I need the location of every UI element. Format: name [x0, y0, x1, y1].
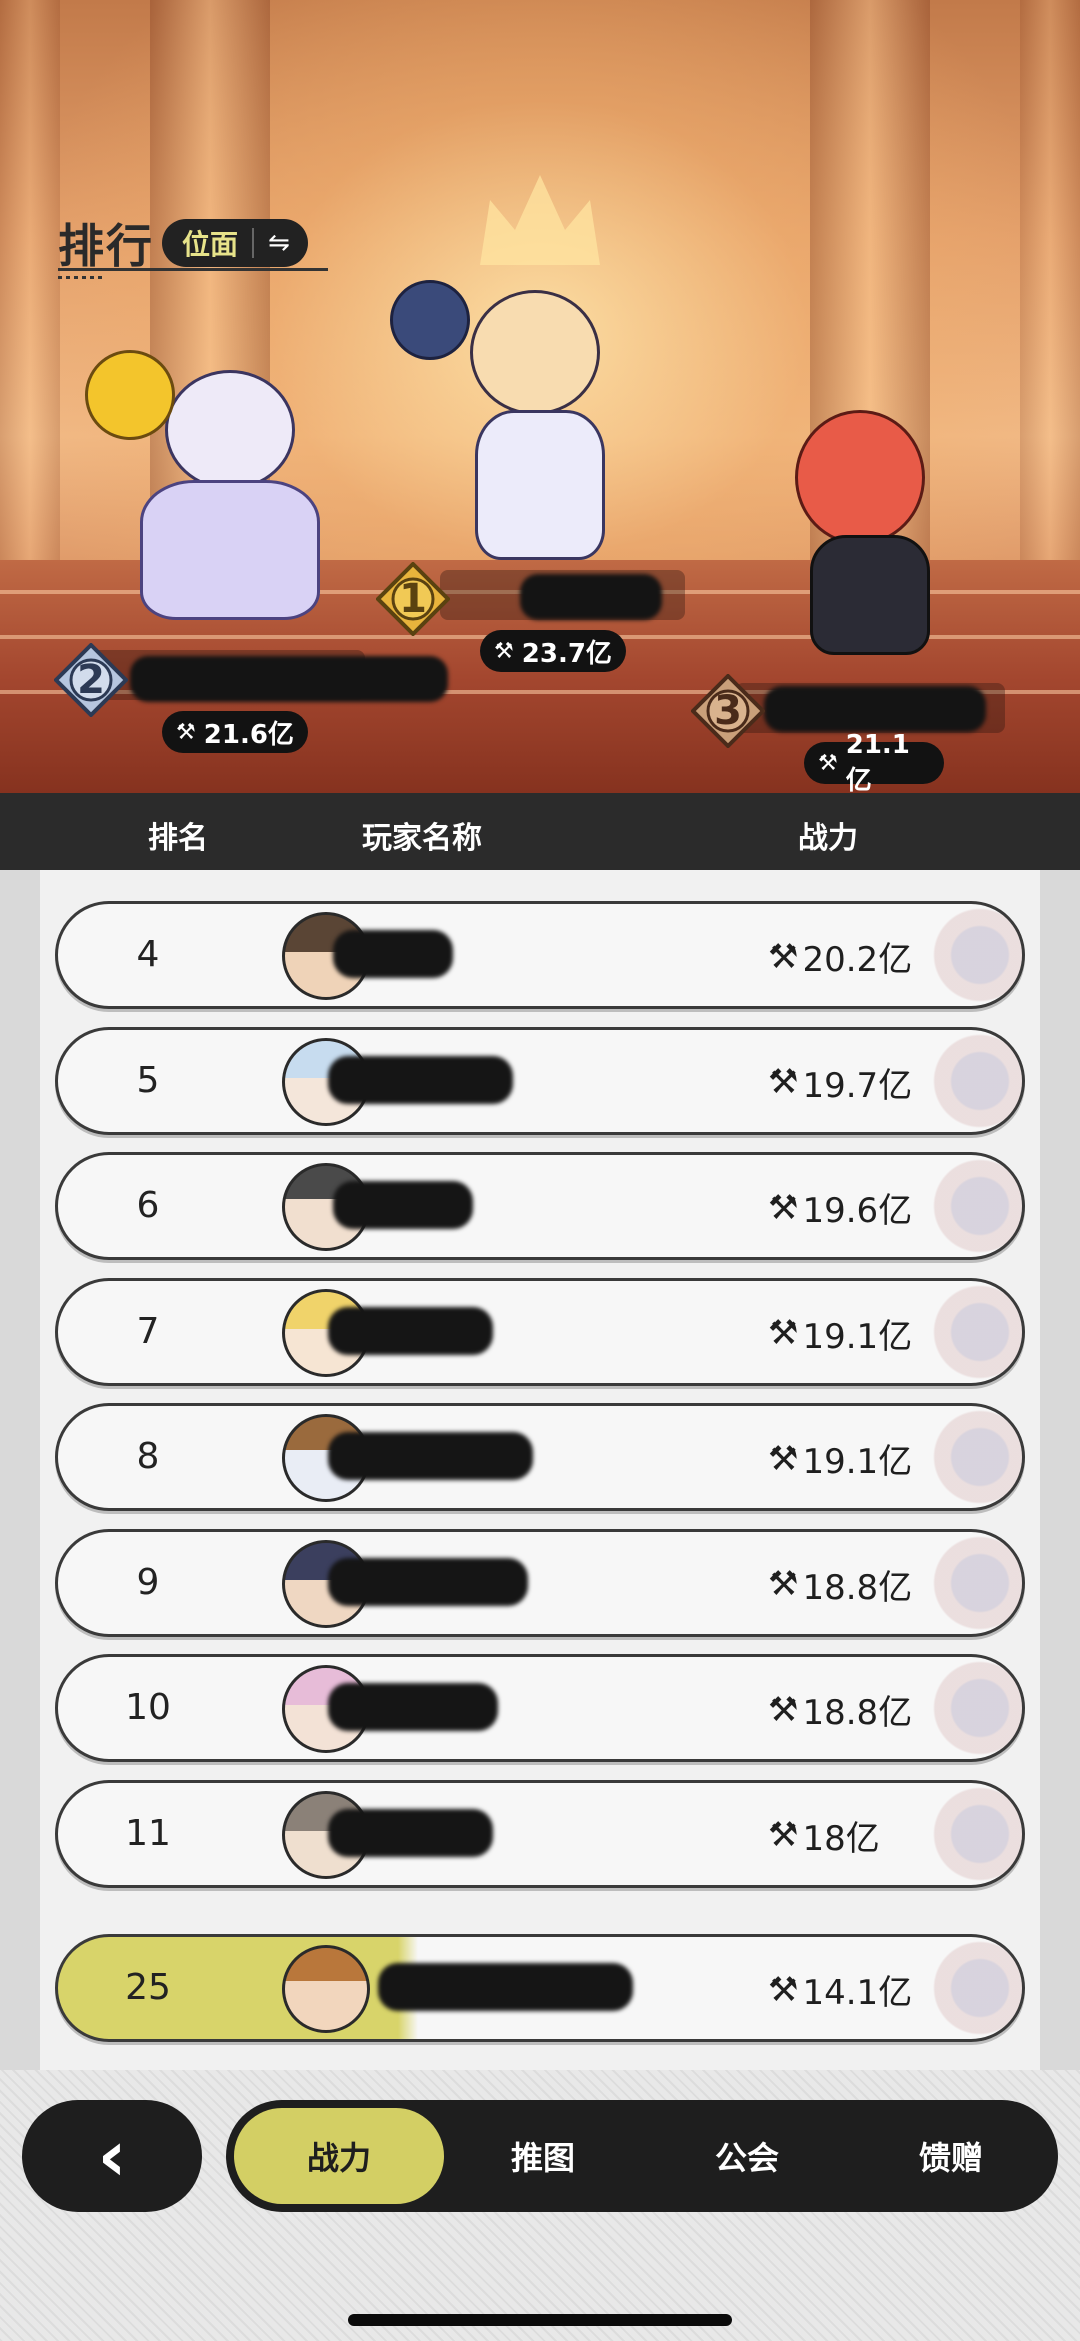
- row-power: ⚒ 19.7亿: [768, 1062, 913, 1106]
- ranking-row[interactable]: 11 ⚒ 18亿: [55, 1779, 1025, 1888]
- ranking-row[interactable]: 9 ⚒ 18.8亿: [55, 1528, 1025, 1637]
- ranking-list[interactable]: 4 ⚒ 20.2亿 5 ⚒ 19.7亿 6 ⚒ 19.6亿 7 ⚒ 19.1亿 8 ⚒ 19.1亿 9 ⚒ 18.…: [0, 870, 1080, 2070]
- rank-3-power: ⚒ 21.1亿: [804, 730, 944, 793]
- rank-1-name-redacted: [520, 574, 662, 620]
- my-rank: 25: [125, 1967, 171, 2008]
- rank-2-character[interactable]: [80, 350, 370, 640]
- table-header: 排名 玩家名称 战力: [0, 793, 1080, 870]
- player-name-redacted: [328, 1055, 513, 1104]
- rank-3-name-redacted: [764, 686, 986, 732]
- row-power: ⚒ 19.1亿: [768, 1438, 913, 1483]
- back-button[interactable]: ‹: [22, 2100, 202, 2212]
- header-player-name: 玩家名称: [362, 821, 482, 856]
- row-power: ⚒ 18.8亿: [768, 1564, 913, 1608]
- title-dots: [58, 276, 106, 279]
- server-label: 位面: [182, 228, 239, 261]
- power-icon: ⚒: [768, 1313, 799, 1353]
- player-name-redacted: [328, 1683, 498, 1731]
- row-rank: 11: [125, 1812, 171, 1854]
- chevron-left-icon: ‹: [97, 2115, 127, 2197]
- tab-guild[interactable]: 公会: [642, 2108, 852, 2204]
- title-underline: [58, 268, 328, 271]
- power-icon: ⚒: [768, 1438, 799, 1479]
- rank-1-power: ⚒ 23.7亿: [480, 630, 626, 672]
- rank-2-power: ⚒ 21.6亿: [162, 711, 308, 753]
- row-rank: 10: [125, 1687, 171, 1728]
- power-icon: ⚒: [768, 1564, 799, 1604]
- ranking-row[interactable]: 4 ⚒ 20.2亿: [55, 901, 1025, 1009]
- row-rank: 7: [136, 1310, 160, 1352]
- power-icon: ⚒: [768, 1815, 799, 1855]
- tab-gift[interactable]: 馈赠: [846, 2108, 1056, 2204]
- power-icon: ⚒: [818, 750, 838, 776]
- my-rank-row[interactable]: 25 ⚒ 14.1亿: [55, 1934, 1025, 2042]
- row-power: ⚒ 18.8亿: [768, 1689, 913, 1734]
- ranking-row[interactable]: 10 ⚒ 18.8亿: [55, 1654, 1025, 1762]
- ranking-row[interactable]: 7 ⚒ 19.1亿: [55, 1277, 1025, 1386]
- player-name-redacted: [333, 1181, 473, 1229]
- row-power: ⚒ 19.6亿: [768, 1187, 913, 1232]
- page-title: 排行: [58, 219, 154, 273]
- player-name-redacted: [328, 1557, 528, 1606]
- rank-3-character[interactable]: [740, 410, 990, 660]
- tab-power[interactable]: 战力: [234, 2108, 444, 2204]
- crown-icon: [480, 175, 600, 265]
- player-name-redacted: [333, 930, 453, 978]
- power-icon: ⚒: [768, 1187, 799, 1228]
- player-name-redacted: [328, 1306, 493, 1355]
- ranking-row[interactable]: 6 ⚒ 19.6亿: [55, 1152, 1025, 1260]
- ranking-row[interactable]: 8 ⚒ 19.1亿: [55, 1403, 1025, 1511]
- power-icon: ⚒: [768, 1062, 799, 1102]
- power-icon: ⚒: [768, 1689, 799, 1730]
- power-icon: ⚒: [768, 1969, 799, 2010]
- rank-3-medal: 3: [691, 674, 765, 748]
- row-rank: 4: [136, 934, 160, 975]
- row-power: ⚒ 19.1亿: [768, 1313, 913, 1357]
- pillar-decoration: [1020, 0, 1080, 560]
- rank-1-medal: 1: [376, 562, 450, 636]
- header-power: 战力: [798, 821, 858, 856]
- player-name-redacted: [328, 1432, 533, 1480]
- rank-1-character[interactable]: [390, 280, 650, 580]
- row-rank: 6: [136, 1185, 160, 1226]
- power-icon: ⚒: [494, 638, 514, 664]
- home-indicator: [348, 2314, 732, 2326]
- player-name-redacted: [328, 1808, 493, 1857]
- swap-icon: ⇋: [252, 228, 290, 258]
- my-avatar[interactable]: [282, 1945, 370, 2033]
- row-decoration: [882, 1782, 1022, 1885]
- row-power: ⚒ 20.2亿: [768, 936, 913, 981]
- podium-hero: 排行 位面 ⇋ 1 ⚒ 23.7亿 2 ⚒ 21.6亿 3 ⚒ 21.1亿: [0, 0, 1080, 793]
- rank-2-name-redacted: [130, 656, 448, 702]
- row-rank: 5: [136, 1059, 160, 1101]
- row-power: ⚒ 18亿: [768, 1815, 880, 1859]
- power-icon: ⚒: [768, 936, 799, 977]
- row-rank: 8: [136, 1436, 160, 1477]
- server-switch-button[interactable]: 位面 ⇋: [162, 219, 308, 267]
- category-tabs: 战力 推图 公会 馈赠: [226, 2100, 1058, 2212]
- ranking-row[interactable]: 5 ⚒ 19.7亿: [55, 1026, 1025, 1135]
- pillar-decoration: [0, 0, 60, 560]
- rank-2-medal: 2: [54, 643, 128, 717]
- power-icon: ⚒: [176, 719, 196, 745]
- header-rank: 排名: [148, 821, 208, 856]
- row-rank: 9: [136, 1561, 160, 1603]
- tab-progress[interactable]: 推图: [438, 2108, 648, 2204]
- my-power: ⚒ 14.1亿: [768, 1969, 913, 2014]
- my-name-redacted: [378, 1963, 633, 2011]
- bottom-nav: ‹ 战力 推图 公会 馈赠: [0, 2070, 1080, 2341]
